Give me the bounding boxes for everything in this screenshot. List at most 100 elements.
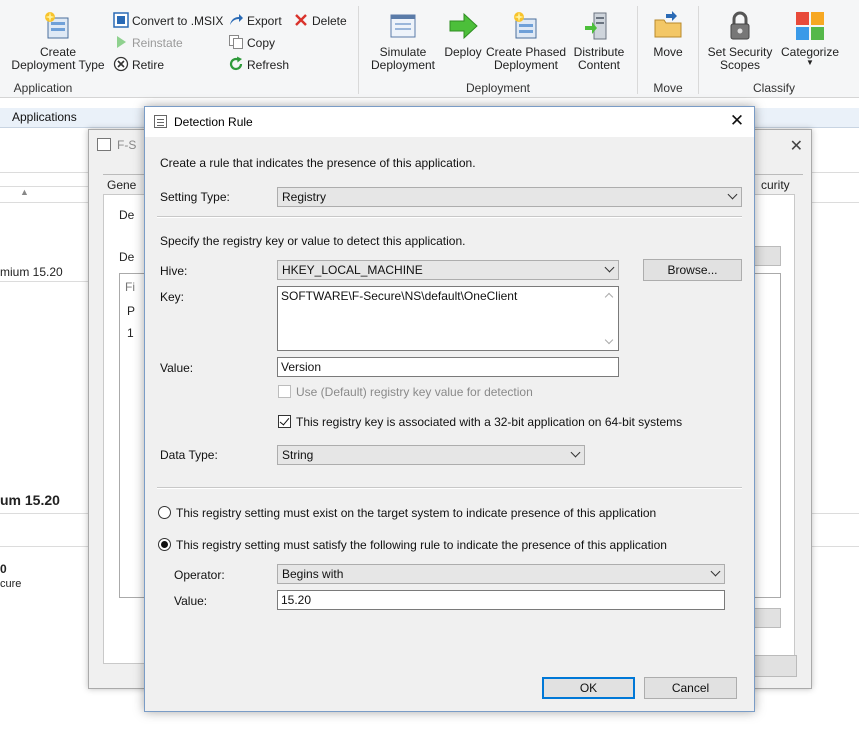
set-security-scopes-button[interactable]: Set Security Scopes: [704, 10, 776, 72]
detail-heading: um 15.20: [0, 492, 60, 508]
move-folder-icon: [654, 11, 682, 38]
list-item[interactable]: mium 15.20: [0, 265, 63, 279]
tab-security[interactable]: curity: [761, 178, 790, 192]
simulate-deployment-label: Simulate Deployment: [370, 45, 436, 72]
copy-label: Copy: [247, 36, 276, 50]
ok-button[interactable]: OK: [542, 677, 635, 699]
close-icon[interactable]: ✕: [790, 136, 803, 156]
rule-value-label: Value:: [174, 594, 208, 608]
data-type-dropdown[interactable]: String: [277, 445, 585, 465]
operator-label: Operator:: [174, 568, 225, 582]
copy-icon: [229, 35, 243, 49]
browse-button[interactable]: Browse...: [643, 259, 742, 281]
detail-value: 0: [0, 562, 7, 576]
hive-label: Hive:: [160, 264, 188, 278]
value-label: Value:: [160, 361, 194, 375]
is-32bit-label: This registry key is associated with a 3…: [296, 415, 683, 429]
chevron-down-icon: [710, 566, 721, 577]
divider: [0, 546, 90, 547]
section-label: De: [119, 250, 135, 264]
hive-value: HKEY_LOCAL_MACHINE: [282, 263, 423, 277]
intro-text: Create a rule that indicates the presenc…: [160, 156, 476, 170]
list-text: 1: [127, 326, 134, 340]
create-phased-deployment-label: Create Phased Deployment: [486, 45, 567, 72]
data-type-value: String: [282, 448, 314, 462]
use-default-checkbox[interactable]: [278, 385, 291, 398]
scroll-down-icon[interactable]: [604, 335, 614, 345]
divider: [0, 281, 90, 282]
ribbon: Create Deployment Type Convert to .MSIX …: [0, 0, 859, 98]
retire-button[interactable]: Retire: [113, 56, 164, 74]
deploy-label: Deploy: [444, 45, 482, 59]
key-scrollbar[interactable]: [601, 287, 618, 350]
side-button[interactable]: [751, 246, 781, 266]
reinstate-button[interactable]: Reinstate: [113, 34, 183, 52]
cancel-button[interactable]: Cancel: [644, 677, 737, 699]
chevron-down-icon: [727, 189, 738, 200]
export-button[interactable]: Export: [228, 12, 282, 30]
simulate-deployment-button[interactable]: Simulate Deployment: [366, 10, 440, 72]
distribute-content-icon: [585, 12, 607, 40]
key-value: SOFTWARE\F-Secure\NS\default\OneClient: [281, 289, 518, 303]
data-type-label: Data Type:: [160, 448, 218, 462]
rule-value-input[interactable]: 15.20: [277, 590, 725, 610]
section-label: De: [119, 208, 135, 222]
close-icon[interactable]: ✕: [726, 111, 748, 131]
chevron-down-icon: [604, 262, 615, 273]
divider: [0, 202, 90, 203]
distribute-content-button[interactable]: Distribute Content: [568, 10, 630, 72]
scroll-up-icon[interactable]: [604, 292, 614, 302]
dialog-icon: [97, 138, 111, 151]
export-arrow-icon: [230, 14, 243, 25]
move-label: Move: [653, 45, 683, 59]
side-button[interactable]: [751, 608, 781, 628]
copy-button[interactable]: Copy: [228, 34, 275, 52]
filter-text: Fi: [125, 280, 135, 294]
delete-button[interactable]: Delete: [293, 12, 347, 30]
categorize-button[interactable]: Categorize ▼: [778, 10, 842, 67]
create-phased-deployment-button[interactable]: Create Phased Deployment: [486, 10, 566, 72]
create-deployment-type-label: Create Deployment Type: [11, 45, 105, 72]
ribbon-separator: [358, 6, 359, 94]
chevron-down-icon: [570, 447, 581, 458]
convert-to-msix-button[interactable]: Convert to .MSIX: [113, 12, 223, 30]
divider: [0, 186, 90, 187]
refresh-label: Refresh: [247, 58, 290, 72]
list-text: P: [127, 304, 136, 318]
title-bar: Detection Rule ✕: [145, 107, 754, 137]
reinstate-icon: [117, 36, 126, 48]
detection-rule-dialog: Detection Rule ✕ Create a rule that indi…: [144, 106, 755, 712]
is-32bit-checkbox[interactable]: [278, 415, 291, 428]
detail-text: cure: [0, 578, 22, 590]
refresh-icon: [229, 56, 243, 71]
tab-general[interactable]: Gene: [107, 178, 136, 192]
delete-label: Delete: [312, 14, 347, 28]
move-button[interactable]: Move: [644, 10, 692, 59]
create-deployment-type-button[interactable]: Create Deployment Type: [10, 10, 106, 72]
divider: [0, 513, 90, 514]
hive-dropdown[interactable]: HKEY_LOCAL_MACHINE: [277, 260, 619, 280]
group-label-deployment: Deployment: [465, 81, 531, 95]
categorize-grid-icon: [796, 12, 824, 40]
specify-text: Specify the registry key or value to det…: [160, 234, 466, 248]
convert-to-msix-label: Convert to .MSIX: [132, 14, 224, 28]
radio-must-exist[interactable]: [158, 506, 171, 519]
key-label: Key:: [160, 290, 185, 304]
radio-must-exist-label: This registry setting must exist on the …: [176, 506, 657, 520]
tab-applications[interactable]: Applications: [12, 110, 77, 124]
simulate-deployment-icon: [390, 14, 416, 38]
divider: [812, 202, 859, 203]
delete-x-icon: [295, 14, 307, 26]
deploy-button[interactable]: Deploy: [442, 10, 484, 59]
radio-must-satisfy-rule[interactable]: [158, 538, 171, 551]
set-security-scopes-label: Set Security Scopes: [707, 45, 773, 72]
refresh-button[interactable]: Refresh: [228, 56, 289, 74]
distribute-content-label: Distribute Content: [573, 45, 625, 72]
key-textarea[interactable]: SOFTWARE\F-Secure\NS\default\OneClient: [277, 286, 619, 351]
setting-type-dropdown[interactable]: Registry: [277, 187, 742, 207]
operator-dropdown[interactable]: Begins with: [277, 564, 725, 584]
create-deployment-type-icon: [45, 12, 69, 39]
retire-label: Retire: [132, 58, 165, 72]
properties-dialog-title: F-S: [117, 138, 137, 152]
value-input[interactable]: Version: [277, 357, 619, 377]
